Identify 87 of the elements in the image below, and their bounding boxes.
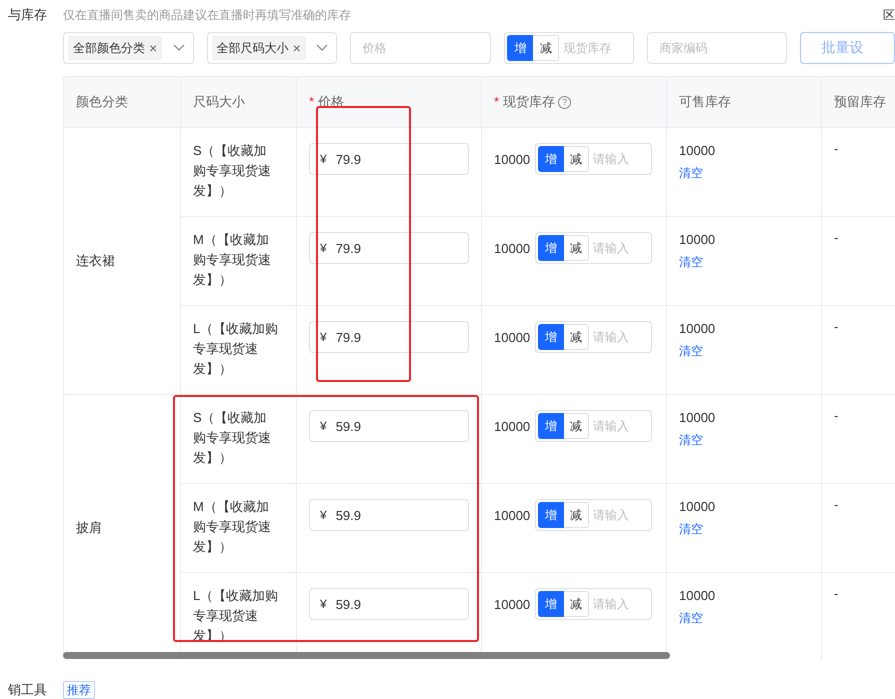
- mode-toggle[interactable]: 减: [564, 591, 590, 617]
- filter-select[interactable]: 全部尺码大小 ×: [206, 32, 338, 64]
- mode-toggle[interactable]: 减: [564, 235, 590, 261]
- color-name: 连衣裙: [76, 253, 115, 268]
- tag-label: 全部尺码大小: [216, 40, 289, 56]
- mode-toggle[interactable]: 增: [538, 235, 564, 261]
- reserved-stock: -: [834, 230, 838, 245]
- available-stock: 10000: [679, 231, 716, 249]
- column-title: 可售库存: [679, 94, 731, 109]
- mode-toggle[interactable]: 减: [564, 413, 590, 439]
- reserved-stock: -: [834, 408, 838, 423]
- price-field[interactable]: ¥ 79.9: [309, 143, 469, 175]
- stock-input[interactable]: 请输入: [589, 241, 650, 255]
- chevron-down-icon: [172, 44, 185, 52]
- sku-code-input[interactable]: 商家编码: [647, 32, 788, 64]
- currency-symbol: ¥: [320, 330, 327, 344]
- required-mark: *: [309, 94, 314, 109]
- mode-toggle[interactable]: 减: [564, 324, 590, 350]
- currency-symbol: ¥: [320, 152, 327, 166]
- price-field[interactable]: ¥ 79.9: [309, 232, 469, 264]
- color-name: 披肩: [76, 520, 102, 535]
- size-name: L（【收藏加购专享现货速发】）: [193, 320, 279, 378]
- mode-toggle[interactable]: 增: [538, 413, 564, 439]
- price-field[interactable]: ¥ 79.9: [309, 321, 469, 353]
- reserved-stock: -: [834, 497, 838, 512]
- remove-tag-button[interactable]: ×: [149, 41, 158, 55]
- currency-symbol: ¥: [320, 597, 327, 611]
- tag-label: 全部颜色分类: [73, 40, 145, 56]
- price-field[interactable]: ¥ 59.9: [309, 499, 469, 531]
- reserved-stock: -: [834, 141, 838, 156]
- price-field[interactable]: ¥ 59.9: [309, 588, 469, 620]
- scrollbar-thumb[interactable]: [63, 652, 670, 659]
- stock-input[interactable]: 请输入: [589, 508, 650, 522]
- stock-value: 10000: [494, 596, 530, 612]
- remove-tag-button[interactable]: ×: [292, 41, 301, 55]
- column-title: 颜色分类: [76, 94, 128, 109]
- column-title: 尺码大小: [193, 94, 245, 109]
- clear-link[interactable]: 清空: [679, 252, 703, 272]
- stock-value: 10000: [494, 240, 530, 256]
- clear-link[interactable]: 清空: [679, 163, 703, 183]
- reserved-stock: -: [834, 586, 838, 601]
- price-input[interactable]: 价格: [350, 32, 492, 64]
- stock-input[interactable]: 请输入: [589, 152, 650, 166]
- required-mark: *: [494, 94, 500, 109]
- mode-toggle[interactable]: 增: [507, 35, 534, 61]
- stock-input[interactable]: 请输入: [589, 330, 650, 344]
- clear-link[interactable]: 清空: [679, 608, 703, 628]
- available-stock: 10000: [679, 320, 716, 338]
- currency-symbol: ¥: [320, 508, 327, 522]
- size-name: M（【收藏加购专享现货速发】）: [193, 231, 272, 289]
- stock-input[interactable]: 请输入: [589, 597, 650, 611]
- stock-value: 10000: [494, 152, 530, 166]
- size-name: S（【收藏加购专享现货速发】）: [193, 142, 272, 200]
- mode-toggle[interactable]: 增: [538, 146, 564, 172]
- available-stock: 10000: [679, 409, 716, 427]
- section-label: 与库存: [7, 7, 47, 23]
- hint-text: 仅在直播间售卖的商品建议在直播时再填写准确的库存: [63, 7, 351, 23]
- clear-link[interactable]: 清空: [679, 519, 703, 539]
- mode-toggle[interactable]: 减: [564, 502, 590, 528]
- price-field[interactable]: ¥ 59.9: [309, 410, 469, 442]
- stock-input[interactable]: 请输入: [589, 419, 650, 433]
- chevron-down-icon: [316, 44, 328, 52]
- clear-link[interactable]: 清空: [679, 430, 703, 450]
- stock-value: 10000: [494, 330, 530, 344]
- column-title: 现货库存: [503, 94, 556, 109]
- mode-toggle[interactable]: 增: [538, 324, 564, 350]
- section-label: 销工具: [7, 681, 47, 699]
- region-label: 区: [883, 7, 895, 23]
- mode-toggle[interactable]: 增: [538, 502, 564, 528]
- size-name: S（【收藏加购专享现货速发】）: [193, 409, 272, 467]
- available-stock: 10000: [679, 587, 716, 605]
- available-stock: 10000: [679, 498, 716, 516]
- mode-toggle[interactable]: 减: [564, 146, 590, 172]
- mode-toggle[interactable]: 减: [533, 35, 560, 61]
- currency-symbol: ¥: [320, 241, 327, 255]
- size-name: M（【收藏加购专享现货速发】）: [193, 498, 272, 556]
- column-title: 预留库存: [834, 94, 886, 109]
- recommend-tag: 推荐: [63, 681, 95, 699]
- reserved-stock: -: [834, 319, 838, 334]
- currency-symbol: ¥: [320, 419, 327, 433]
- filter-select[interactable]: 全部颜色分类 ×: [63, 32, 194, 64]
- available-stock: 10000: [679, 142, 716, 160]
- stock-value: 10000: [494, 508, 530, 522]
- stock-value: 10000: [494, 418, 530, 434]
- clear-link[interactable]: 清空: [679, 341, 703, 361]
- stock-input[interactable]: 现货库存: [559, 41, 624, 55]
- mode-toggle[interactable]: 增: [538, 591, 564, 617]
